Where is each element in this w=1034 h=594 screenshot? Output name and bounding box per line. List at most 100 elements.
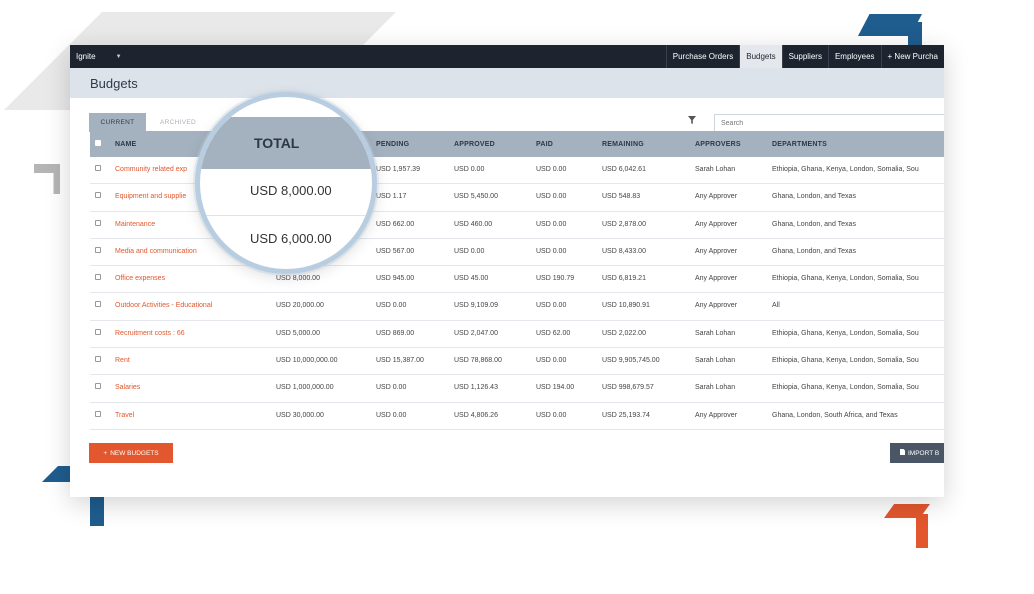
- budget-name-link[interactable]: Salaries: [115, 384, 140, 391]
- nav-item-4[interactable]: + New Purcha: [880, 45, 944, 68]
- cell-departments: Ghana, London, South Africa, and Texas: [772, 411, 898, 419]
- column-header-paid[interactable]: PAID: [536, 141, 553, 148]
- cell-approved: USD 5,450.00: [454, 193, 498, 201]
- row-checkbox[interactable]: [95, 165, 101, 171]
- budget-name-link[interactable]: Rent: [115, 357, 130, 364]
- cell-approved: USD 78,868.00: [454, 357, 502, 365]
- page-header: Budgets: [70, 68, 944, 98]
- row-checkbox[interactable]: [95, 356, 101, 363]
- cell-remaining: USD 548.83: [602, 193, 641, 201]
- cell-approvers: Any Approver: [695, 247, 738, 255]
- filter-icon[interactable]: [688, 116, 696, 126]
- cell-approved: USD 4,806.26: [454, 411, 498, 419]
- nav-item-0[interactable]: Purchase Orders: [665, 45, 739, 68]
- cell-approved: USD 0.00: [454, 247, 485, 255]
- cell-approved: USD 9,109.09: [454, 302, 498, 310]
- row-checkbox[interactable]: [95, 219, 101, 226]
- budget-name-link[interactable]: Maintenance: [115, 221, 155, 228]
- cell-approvers: Sarah Lohan: [695, 357, 736, 365]
- cell-approvers: Sarah Lohan: [695, 384, 736, 392]
- magnifier-column-title: TOTAL: [254, 135, 300, 151]
- row-checkbox[interactable]: [95, 328, 101, 335]
- row-checkbox[interactable]: [95, 246, 101, 253]
- cell-approvers: Any Approver: [695, 220, 738, 228]
- new-budgets-button[interactable]: + NEW BUDGETS: [89, 443, 173, 463]
- row-checkbox[interactable]: [95, 410, 101, 417]
- budget-name-link[interactable]: Recruitment costs : 66: [115, 330, 185, 337]
- nav-item-2[interactable]: Suppliers: [781, 45, 828, 68]
- budget-name-link[interactable]: Outdoor Activities - Educational: [115, 302, 212, 309]
- top-navbar: Ignite ▼ Purchase Orders Budgets Suppliers…: [70, 45, 944, 68]
- cell-pending: USD 567.00: [376, 247, 415, 255]
- table-row[interactable]: Office expenses USD 8,000.00 USD 945.00 USD…: [90, 266, 944, 294]
- column-header-remaining[interactable]: REMAINING: [602, 141, 644, 148]
- brand-name: Ignite: [76, 52, 96, 61]
- plus-icon: +: [103, 449, 108, 457]
- cell-paid: USD 0.00: [536, 247, 567, 255]
- column-header-pending[interactable]: PENDING: [376, 141, 409, 148]
- decorative-shape-grey-arrow: [34, 164, 60, 194]
- table-row[interactable]: Rent USD 10,000,000.00 USD 15,387.00 USD 78…: [90, 348, 944, 376]
- cell-total: USD 20,000.00: [276, 302, 324, 310]
- cell-remaining: USD 25,193.74: [602, 411, 650, 419]
- cell-approvers: Any Approver: [695, 411, 738, 419]
- cell-pending: USD 15,387.00: [376, 357, 424, 365]
- cell-pending: USD 0.00: [376, 302, 407, 310]
- cell-departments: Ghana, London, and Texas: [772, 247, 856, 255]
- cell-approvers: Any Approver: [695, 275, 738, 283]
- table-row[interactable]: Travel USD 30,000.00 USD 0.00 USD 4,806.26 U…: [90, 403, 944, 430]
- column-header-approvers[interactable]: APPROVERS: [695, 141, 741, 148]
- cell-departments: Ethiopia, Ghana, Kenya, London, Somalia,…: [772, 166, 919, 173]
- select-all-checkbox[interactable]: [95, 140, 101, 146]
- cell-departments: Ghana, London, and Texas: [772, 193, 856, 201]
- budget-name-link[interactable]: Media and communication: [115, 248, 197, 255]
- cell-pending: USD 1.17: [376, 193, 407, 201]
- search-input[interactable]: [714, 114, 944, 132]
- brand-switcher[interactable]: Ignite ▼: [70, 52, 122, 61]
- cell-total: USD 5,000.00: [276, 329, 320, 337]
- column-header-approved[interactable]: APPROVED: [454, 141, 495, 148]
- magnifier-value-2: USD 6,000.00: [250, 231, 332, 246]
- nav-item-1[interactable]: Budgets: [739, 45, 782, 68]
- cell-paid: USD 0.00: [536, 357, 567, 365]
- file-icon: [900, 449, 905, 457]
- column-header-name[interactable]: NAME: [115, 141, 136, 148]
- row-checkbox[interactable]: [95, 192, 101, 199]
- cell-remaining: USD 998,679.57: [602, 384, 654, 392]
- decorative-shape-orange: [884, 504, 930, 548]
- cell-total: USD 10,000,000.00: [276, 357, 338, 365]
- cell-departments: Ethiopia, Ghana, Kenya, London, Somalia,…: [772, 275, 919, 283]
- tab-current[interactable]: CURRENT: [89, 113, 146, 132]
- table-row[interactable]: Salaries USD 1,000,000.00 USD 0.00 USD 1,12…: [90, 375, 944, 403]
- budget-name-link[interactable]: Travel: [115, 412, 134, 419]
- import-button[interactable]: IMPORT B: [890, 443, 944, 463]
- cell-approved: USD 460.00: [454, 220, 493, 228]
- cell-pending: USD 869.00: [376, 329, 415, 337]
- cell-approved: USD 1,126.43: [454, 384, 498, 392]
- cell-pending: USD 0.00: [376, 384, 407, 392]
- cell-approvers: Sarah Lohan: [695, 329, 736, 337]
- column-header-departments[interactable]: DEPARTMENTS: [772, 141, 827, 148]
- budget-name-link[interactable]: Office expenses: [115, 275, 165, 282]
- table-row[interactable]: Recruitment costs : 66 USD 5,000.00 USD 86…: [90, 321, 944, 349]
- magnifier-divider: [200, 215, 372, 216]
- budget-name-link[interactable]: Equipment and supplie: [115, 193, 186, 200]
- cell-departments: Ghana, London, and Texas: [772, 220, 856, 228]
- budget-name-link[interactable]: Community related exp: [115, 166, 187, 173]
- row-checkbox[interactable]: [95, 301, 101, 308]
- cell-approved: USD 45.00: [454, 275, 489, 283]
- cell-remaining: USD 6,819.21: [602, 275, 646, 283]
- cell-approvers: Any Approver: [695, 193, 738, 201]
- tab-archived[interactable]: ARCHIVED: [154, 113, 202, 132]
- cell-pending: USD 662.00: [376, 220, 415, 228]
- cell-total: USD 30,000.00: [276, 411, 324, 419]
- cell-paid: USD 0.00: [536, 411, 567, 419]
- table-row[interactable]: Outdoor Activities - Educational USD 20,0…: [90, 293, 944, 321]
- row-checkbox[interactable]: [95, 383, 101, 390]
- cell-approvers: Any Approver: [695, 302, 738, 310]
- nav-item-3[interactable]: Employees: [827, 45, 881, 68]
- cell-departments: Ethiopia, Ghana, Kenya, London, Somalia,…: [772, 357, 919, 365]
- cell-remaining: USD 2,878.00: [602, 220, 646, 228]
- row-checkbox[interactable]: [95, 274, 101, 281]
- cell-paid: USD 0.00: [536, 166, 567, 173]
